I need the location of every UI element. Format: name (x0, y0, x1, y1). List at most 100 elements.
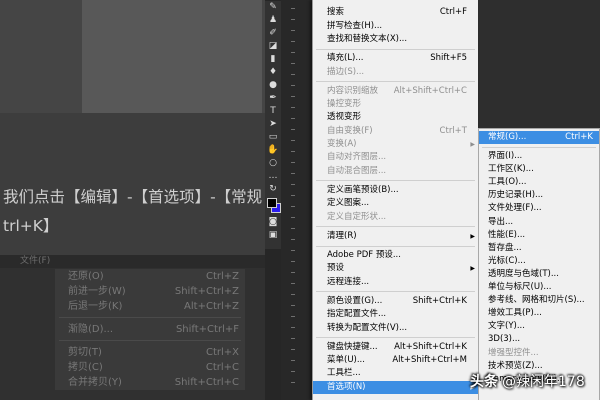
menu-item-label: 自由变换(F) (327, 125, 373, 136)
tools-column: ✎ ♟ ✐ ◪ ▮ ♦ ● ✒ T ➤ ▭ ✋ ○… ↻ ◙ ▣ (265, 1, 281, 249)
menu-item-label: Adobe PDF 预设... (327, 250, 401, 261)
menu-item-label: 查找和替换文本(X)... (327, 33, 408, 44)
pref-item-units-rulers[interactable]: 单位与标尺(U)... (479, 281, 599, 294)
pref-item-interface[interactable]: 界面(I)... (479, 150, 599, 163)
background-menu-item-copy-merged: 合并拷贝(Y) Shift+Ctrl+C (55, 375, 245, 390)
menu-item-toolbar[interactable]: 工具栏... (313, 367, 478, 380)
submenu-arrow-icon: ▶ (470, 265, 475, 273)
menu-item-fill[interactable]: 填充(L)... Shift+F5 (313, 52, 478, 65)
menu-item-label: 单位与标尺(U)... (488, 282, 552, 293)
shortcut-text: Shift+F5 (430, 53, 467, 64)
hand-icon[interactable]: ✋ (265, 144, 281, 157)
panel-dock-strip (281, 0, 312, 400)
background-screenshot: 文件(F) 还原(O) Ctrl+Z 前进一步(W) Shift+Ctrl+Z 后退一步… (0, 255, 265, 400)
rotate-view-icon[interactable]: ↻ (265, 183, 281, 196)
menu-item-label: 清理(R) (327, 230, 357, 241)
pref-item-enhanced-controls: 增强型控件... (479, 347, 599, 360)
menu-item-remote-connections[interactable]: 远程连接... (313, 276, 478, 289)
menu-item-perspective-warp[interactable]: 透视变形 (313, 111, 478, 124)
pref-item-performance[interactable]: 性能(E)... (479, 229, 599, 242)
type-icon[interactable]: T (265, 105, 281, 118)
gradient-icon[interactable]: ▮ (265, 53, 281, 66)
pen-icon[interactable]: ✒ (265, 92, 281, 105)
document-canvas (82, 0, 262, 113)
menu-item-label: 前进一步(W) (68, 285, 126, 297)
watermark-handle: @辣闲年178 (502, 374, 585, 390)
article-text-line-2: trl+K】 (3, 217, 59, 235)
pref-item-export[interactable]: 导出... (479, 216, 599, 229)
shortcut-text: Ctrl+C (205, 361, 239, 373)
pref-item-cursors[interactable]: 光标(C)... (479, 255, 599, 268)
menu-item-define-brush-preset[interactable]: 定义画笔预设(B)... (313, 184, 478, 197)
ruler-ticks (291, 8, 295, 392)
shortcut-text: Shift+Ctrl+Z (174, 285, 239, 297)
menu-item-menus[interactable]: 菜单(U)... Alt+Shift+Ctrl+M (313, 354, 478, 367)
menu-item-label: 描边(S)... (327, 66, 365, 77)
menu-item-label: 拷贝(C) (68, 361, 103, 373)
menu-item-label: 颜色设置(G)... (327, 295, 383, 306)
menu-item-label: 远程连接... (327, 276, 370, 287)
menu-item-search[interactable]: 搜索 Ctrl+F (313, 6, 478, 19)
pref-item-scratch-disks[interactable]: 暂存盘... (479, 242, 599, 255)
menu-item-convert-to-profile[interactable]: 转换为配置文件(V)... (313, 322, 478, 335)
shortcut-text: Shift+Ctrl+K (412, 295, 467, 306)
background-menu-separator (55, 337, 245, 345)
menu-item-label: 自动对齐图层... (327, 152, 387, 163)
article-text-line-1: 我们点击【编辑】-【首选项】-【常规 (3, 188, 263, 206)
menu-item-label: 首选项(N) (327, 381, 366, 392)
dodge-icon[interactable]: ● (265, 79, 281, 92)
pref-item-file-handling[interactable]: 文件处理(F)... (479, 202, 599, 215)
eraser-icon[interactable]: ◪ (265, 40, 281, 53)
brush-icon[interactable]: ✎ (265, 1, 281, 14)
pref-item-plugins[interactable]: 增效工具(P)... (479, 307, 599, 320)
pref-item-guides-grid-slices[interactable]: 参考线、网格和切片(S)... (479, 294, 599, 307)
menu-item-find-replace-text[interactable]: 查找和替换文本(X)... (313, 33, 478, 46)
menu-item-purge[interactable]: 清理(R) ▶ (313, 230, 478, 243)
menu-item-label: 导出... (488, 216, 514, 227)
path-selection-icon[interactable]: ➤ (265, 118, 281, 131)
pref-item-workspace[interactable]: 工作区(K)... (479, 163, 599, 176)
pref-item-transparency-gamut[interactable]: 透明度与色域(T)... (479, 268, 599, 281)
background-menu-separator (55, 314, 245, 322)
menu-item-puppet-warp: 操控变形 (313, 98, 478, 111)
pref-item-technology-previews[interactable]: 技术预览(Z)... (479, 360, 599, 373)
menu-item-adobe-pdf-presets[interactable]: Adobe PDF 预设... (313, 249, 478, 262)
menu-item-label: 光标(C)... (488, 255, 526, 266)
color-swatches[interactable] (265, 196, 281, 216)
menu-item-content-aware-scale: 内容识别缩放 Alt+Shift+Ctrl+C (313, 85, 478, 98)
menu-item-define-pattern[interactable]: 定义图案... (313, 197, 478, 210)
menu-item-color-settings[interactable]: 颜色设置(G)... Shift+Ctrl+K (313, 295, 478, 308)
menu-item-keyboard-shortcuts[interactable]: 键盘快捷键... Alt+Shift+Ctrl+K (313, 341, 478, 354)
menu-item-label: 界面(I)... (488, 151, 523, 162)
menu-item-label: 操控变形 (327, 99, 362, 110)
pref-item-tools[interactable]: 工具(O)... (479, 176, 599, 189)
menu-item-label: 合并拷贝(Y) (68, 376, 122, 388)
foreground-color-swatch[interactable] (267, 198, 277, 208)
history-brush-icon[interactable]: ✐ (265, 27, 281, 40)
shortcut-text: Ctrl+F (439, 7, 467, 18)
pref-item-general[interactable]: 常规(G)... Ctrl+K (479, 131, 599, 145)
pref-item-3d[interactable]: 3D(3)... (479, 333, 599, 346)
menu-item-presets[interactable]: 预设 ▶ (313, 262, 478, 275)
pref-item-history-log[interactable]: 历史记录(H)... (479, 189, 599, 202)
quick-mask-icon[interactable]: ◙ (265, 216, 281, 229)
menu-item-assign-profile[interactable]: 指定配置文件... (313, 308, 478, 321)
menu-item-spell-check[interactable]: 拼写检查(H)... (313, 20, 478, 33)
menu-item-preferences[interactable]: 首选项(N) ▶ (313, 380, 478, 395)
rectangle-tool-icon[interactable]: ▭ (265, 131, 281, 144)
clone-stamp-icon[interactable]: ♟ (265, 14, 281, 27)
background-menubar: 文件(F) (0, 255, 265, 268)
zoom-icon[interactable]: ○ (265, 157, 281, 170)
pref-item-type[interactable]: 文字(Y)... (479, 320, 599, 333)
background-menu-item-step-backward: 后退一步(K) Alt+Ctrl+Z (55, 299, 245, 314)
shortcut-text: Alt+Shift+Ctrl+M (392, 355, 467, 366)
menu-item-define-custom-shape: 定义自定形状... (313, 211, 478, 224)
background-menu-item-fade: 渐隐(D)... Shift+Ctrl+F (55, 322, 245, 337)
blur-icon[interactable]: ♦ (265, 66, 281, 79)
background-edit-menu: 还原(O) Ctrl+Z 前进一步(W) Shift+Ctrl+Z 后退一步(K) Alt… (55, 268, 245, 390)
menu-item-label: 拼写检查(H)... (327, 20, 383, 31)
menu-item-label: 变换(A) (327, 139, 357, 150)
more-tools-icon[interactable]: … (265, 170, 281, 183)
screen-mode-icon[interactable]: ▣ (265, 229, 281, 242)
menu-item-label: 渐隐(D)... (68, 323, 114, 335)
